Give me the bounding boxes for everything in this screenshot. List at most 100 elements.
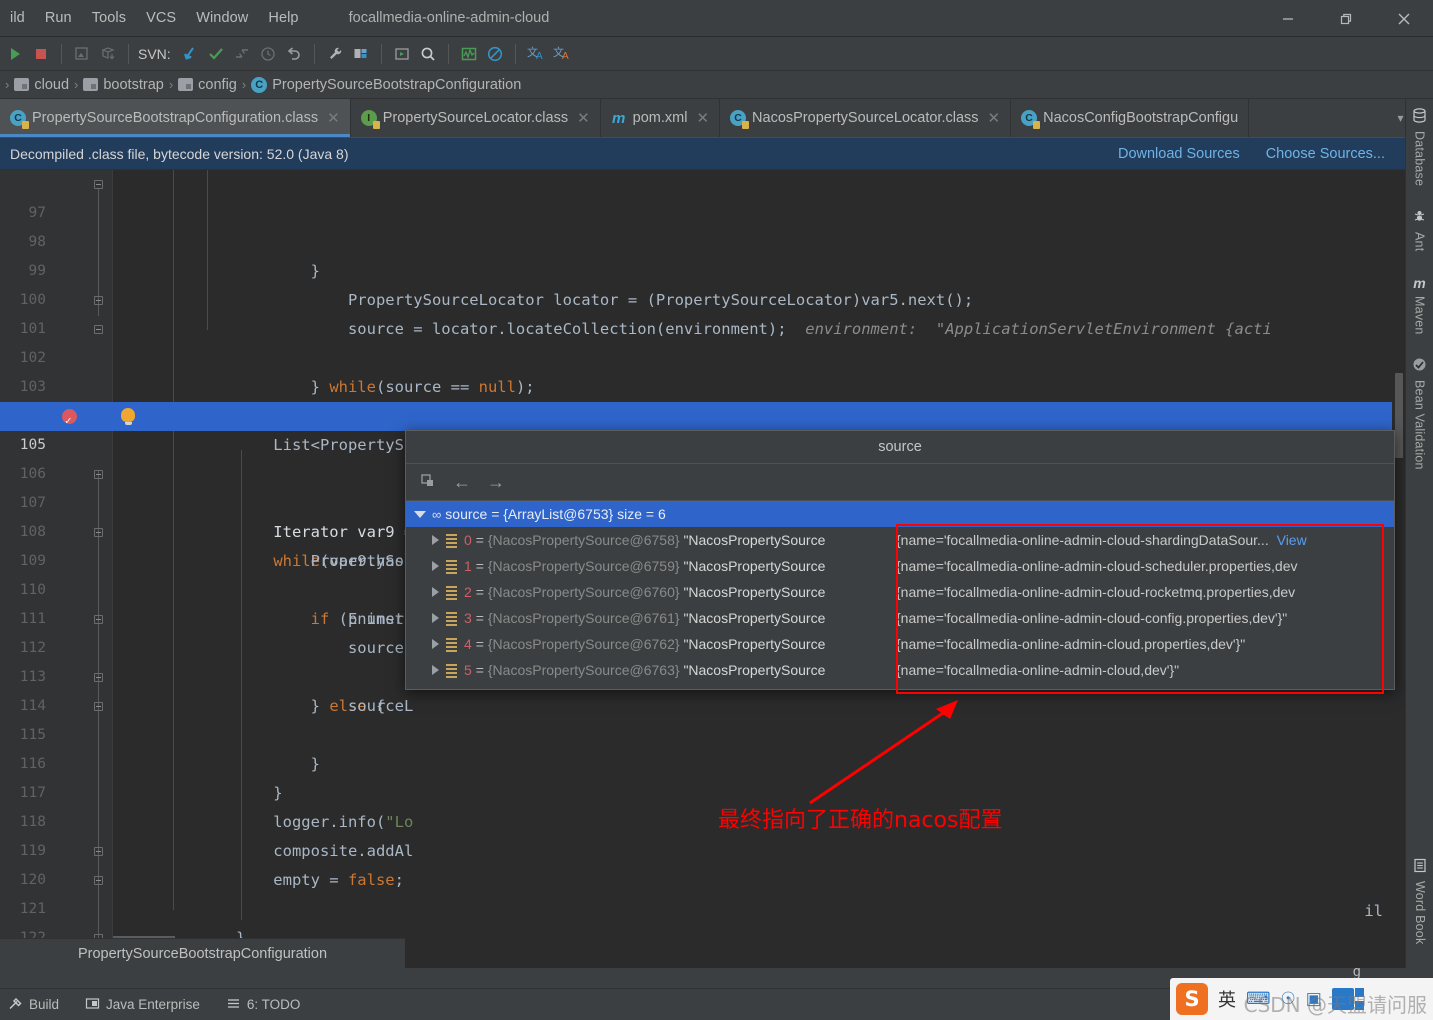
ime-mode-label[interactable]: 英: [1218, 986, 1236, 1012]
menu-build[interactable]: ild: [0, 7, 35, 29]
fold-marker-icon[interactable]: [94, 296, 103, 305]
minimize-button[interactable]: [1259, 0, 1317, 37]
menu-window[interactable]: Window: [186, 7, 258, 29]
tree-row[interactable]: 5 = {NacosPropertySource@6763} "NacosPro…: [406, 657, 1394, 683]
profiler-icon[interactable]: [456, 41, 482, 67]
svn-diff-icon[interactable]: [229, 41, 255, 67]
view-link[interactable]: View: [1277, 532, 1307, 548]
svn-commit-icon[interactable]: [203, 41, 229, 67]
tab-close-icon[interactable]: ✕: [327, 109, 340, 127]
code-line[interactable]: 98: [0, 199, 1405, 250]
tool-window-database[interactable]: Database: [1406, 99, 1433, 200]
svn-revert-icon[interactable]: [281, 41, 307, 67]
tab-close-icon[interactable]: ✕: [988, 109, 1001, 127]
menu-tools[interactable]: Tools: [82, 7, 136, 29]
breadcrumb-item-config[interactable]: config: [178, 77, 237, 93]
translate-orange-icon[interactable]: 文A: [549, 41, 575, 67]
svn-history-icon[interactable]: [255, 41, 281, 67]
no-access-icon[interactable]: [482, 41, 508, 67]
project-structure-icon[interactable]: [348, 41, 374, 67]
panel-icon[interactable]: ▣: [1306, 989, 1322, 1009]
code-line[interactable]: 122: [0, 895, 1405, 946]
code-line[interactable]: 121 }: [0, 866, 1405, 968]
debugger-variable-tree[interactable]: ∞ source = {ArrayList@6753} size = 6 0 =…: [406, 501, 1394, 683]
menu-help[interactable]: Help: [258, 7, 308, 29]
debugger-value-popup[interactable]: source ← → ∞ source = {ArrayList@6753} s…: [405, 430, 1395, 690]
tab-pom-xml[interactable]: m pom.xml ✕: [601, 99, 721, 137]
code-line[interactable]: 103: [0, 344, 1405, 395]
run-icon[interactable]: [2, 41, 28, 67]
code-line[interactable]: 100 source = locator.locateCollection(en…: [0, 257, 1405, 338]
close-button[interactable]: [1375, 0, 1433, 37]
code-line[interactable]: 117 logger.info("Lo: [0, 750, 1405, 831]
status-build[interactable]: Build: [8, 996, 59, 1014]
code-line[interactable]: 104 List<PropertySource<?>> sourceList =…: [0, 373, 1405, 454]
translate-blue-icon[interactable]: 文A: [523, 41, 549, 67]
settings-wrench-icon[interactable]: [322, 41, 348, 67]
tree-row[interactable]: 2 = {NacosPropertySource@6760} "NacosPro…: [406, 579, 1394, 605]
maximize-button[interactable]: [1317, 0, 1375, 37]
collapsed-twisty-icon[interactable]: [432, 639, 439, 649]
toolbox-icon[interactable]: [1331, 988, 1364, 1010]
tree-row-root[interactable]: ∞ source = {ArrayList@6753} size = 6: [406, 501, 1394, 527]
stop-icon[interactable]: [28, 41, 54, 67]
jump-to-source-icon[interactable]: [420, 472, 437, 492]
tab-nacos-property-source-locator[interactable]: C NacosPropertySourceLocator.class ✕: [720, 99, 1012, 137]
fold-marker-icon[interactable]: [94, 876, 103, 885]
collapsed-twisty-icon[interactable]: [432, 587, 439, 597]
fold-marker-icon[interactable]: [94, 673, 103, 682]
code-line[interactable]: 120 }: [0, 837, 1405, 947]
collapsed-twisty-icon[interactable]: [432, 561, 439, 571]
tool-window-bean-validation[interactable]: Bean Validation: [1406, 348, 1433, 484]
code-line-current[interactable]: 105 Iterator var9 = source.iterator(); s…: [0, 402, 1405, 541]
tree-row[interactable]: 1 = {NacosPropertySource@6759} "NacosPro…: [406, 553, 1394, 579]
collapsed-twisty-icon[interactable]: [432, 613, 439, 623]
build-project-icon[interactable]: [69, 41, 95, 67]
code-line[interactable]: 116: [0, 721, 1405, 772]
tab-property-source-locator[interactable]: I PropertySourceLocator.class ✕: [351, 99, 601, 137]
code-line[interactable]: 118 composite.addAl: [0, 779, 1405, 860]
breadcrumb-item-bootstrap[interactable]: bootstrap: [83, 77, 164, 93]
fold-marker-icon[interactable]: [94, 325, 103, 334]
fold-marker-icon[interactable]: [94, 702, 103, 711]
tab-nacos-config-bootstrap-configuration[interactable]: C NacosConfigBootstrapConfigu: [1011, 99, 1250, 137]
download-sources-link[interactable]: Download Sources: [1118, 146, 1240, 162]
tree-row[interactable]: 0 = {NacosPropertySource@6758} "NacosPro…: [406, 527, 1394, 553]
breadcrumb-item-class[interactable]: C PropertySourceBootstrapConfiguration: [251, 76, 521, 93]
run-configuration-icon[interactable]: [389, 41, 415, 67]
intention-bulb-icon[interactable]: [121, 408, 135, 425]
breadcrumb-item-cloud[interactable]: cloud: [14, 77, 69, 93]
back-arrow-icon[interactable]: ←: [453, 473, 471, 491]
menu-run[interactable]: Run: [35, 7, 82, 29]
status-todo[interactable]: 6: TODO: [226, 996, 300, 1014]
code-line[interactable]: 99 PropertySourceLocator locator = (Prop…: [0, 228, 1405, 309]
tree-row[interactable]: 4 = {NacosPropertySource@6762} "NacosPro…: [406, 631, 1394, 657]
scrollbar-thumb[interactable]: [1395, 373, 1403, 458]
microphone-icon[interactable]: ☉: [1281, 989, 1296, 1009]
collapsed-twisty-icon[interactable]: [432, 665, 439, 675]
tool-window-ant[interactable]: Ant: [1406, 200, 1433, 265]
ime-floating-bar[interactable]: S 英 ⌨ ☉ ▣: [1170, 978, 1433, 1020]
tool-window-maven[interactable]: m Maven: [1406, 266, 1433, 349]
expanded-twisty-icon[interactable]: [414, 510, 426, 518]
code-line[interactable]: 115 }: [0, 692, 1405, 802]
status-java-enterprise[interactable]: Java Enterprise: [85, 996, 200, 1014]
code-line[interactable]: 101 } while(source == null);: [0, 286, 1405, 396]
fold-marker-icon[interactable]: [94, 615, 103, 624]
tab-close-icon[interactable]: ✕: [577, 109, 590, 127]
collapsed-twisty-icon[interactable]: [432, 535, 439, 545]
keyboard-icon[interactable]: ⌨: [1246, 989, 1271, 1009]
code-line[interactable]: 102 } while(source.size() == 0);: [0, 315, 1405, 425]
search-everywhere-icon[interactable]: [415, 41, 441, 67]
menu-vcs[interactable]: VCS: [136, 7, 186, 29]
fold-marker-icon[interactable]: [94, 180, 103, 189]
breakpoint-icon[interactable]: [62, 406, 77, 435]
forward-arrow-icon[interactable]: →: [487, 473, 505, 491]
code-line[interactable]: 97 }: [0, 170, 1405, 280]
svn-update-icon[interactable]: [177, 41, 203, 67]
tool-window-word-book[interactable]: Word Book: [1406, 849, 1433, 958]
code-line[interactable]: 119 empty = false;: [0, 808, 1405, 889]
tab-property-source-bootstrap-configuration[interactable]: C PropertySourceBootstrapConfiguration.c…: [0, 99, 351, 137]
fold-marker-icon[interactable]: [94, 528, 103, 537]
tree-row[interactable]: 3 = {NacosPropertySource@6761} "NacosPro…: [406, 605, 1394, 631]
